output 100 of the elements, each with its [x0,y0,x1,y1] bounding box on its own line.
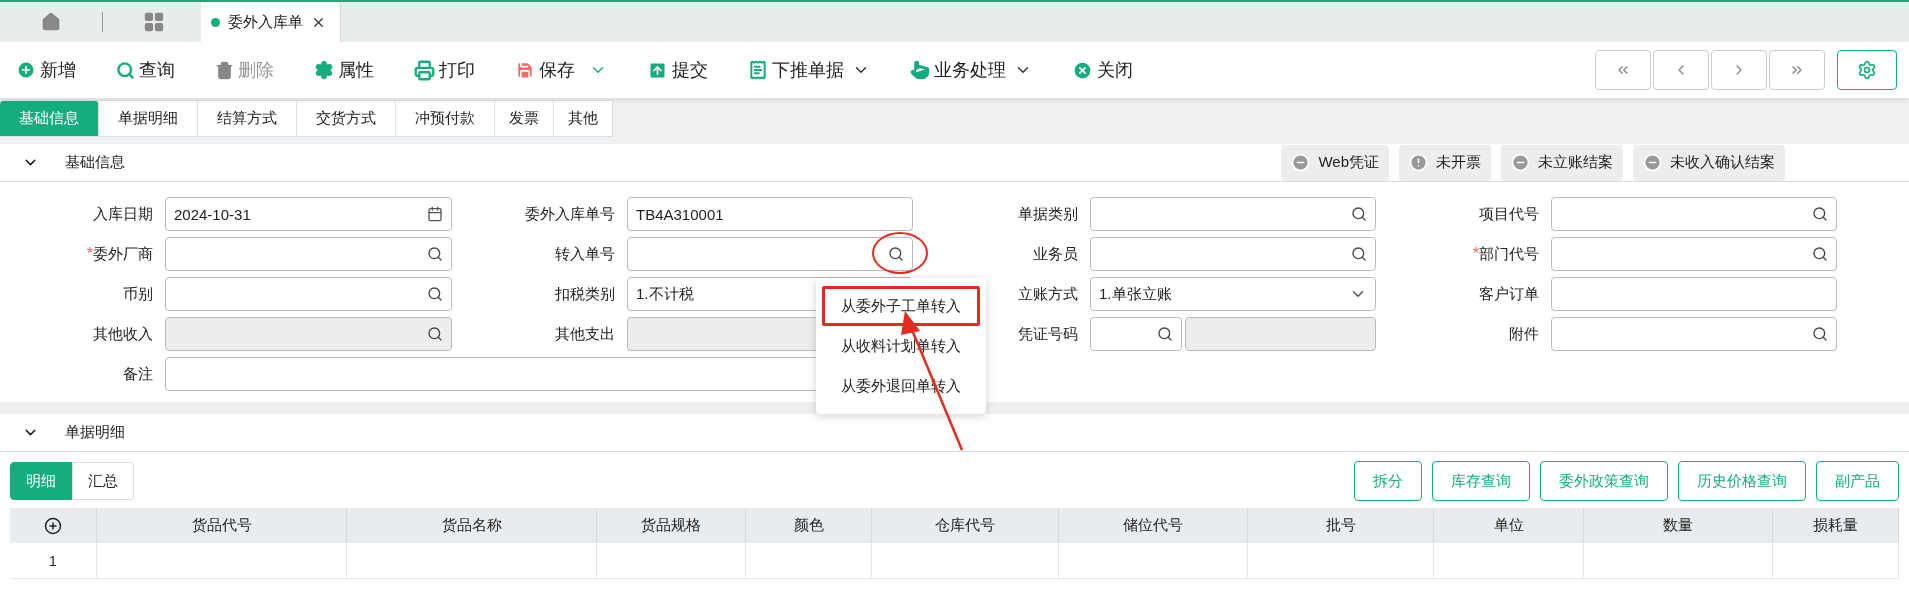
toolbar-button[interactable]: 关闭 [1072,58,1133,82]
required-mark: * [1472,245,1479,263]
column-header: 批号 [1248,508,1434,543]
page-tab[interactable]: 委外入库单 [201,2,341,42]
column-header: 货品规格 [597,508,746,543]
column-header: 颜色 [746,508,872,543]
next-button[interactable] [1711,50,1767,90]
field-label: 凭证号码 [1018,324,1078,344]
field-label: 其他支出 [555,324,615,344]
last-page-button[interactable] [1769,50,1825,90]
field-label: 项目代号 [1479,204,1539,224]
toolbar-icon [414,59,435,81]
toolbar-button[interactable]: 属性 [314,58,374,82]
toolbar-button[interactable]: 新增 [16,58,76,82]
toolbar-icon [314,60,334,80]
section-title: 单据明细 [65,423,126,442]
search-icon[interactable] [427,246,443,262]
grid-icon[interactable] [143,11,165,33]
input-field[interactable] [1551,197,1837,231]
toolbar-icon [215,60,234,80]
column-header: 货品代号 [97,508,347,543]
status-button[interactable]: 未立账结案 [1501,144,1623,181]
toolbar-button[interactable]: 下推单据 [748,58,870,82]
status-dot [211,17,220,27]
required-mark: * [86,245,93,263]
field-label: 入库日期 [93,204,153,224]
column-header: 数量 [1584,508,1773,543]
status-button[interactable]: 未收入确认结案 [1633,144,1785,181]
field-label: 扣税类别 [555,284,615,304]
search-icon[interactable] [1812,326,1828,342]
tab[interactable]: 冲预付款 [396,100,495,137]
status-button[interactable]: 未开票 [1399,144,1491,181]
tab[interactable]: 结算方式 [198,100,297,137]
search-icon[interactable] [888,246,904,262]
tab[interactable]: 发票 [495,100,554,137]
row-number: 1 [10,543,97,579]
settings-button[interactable] [1837,50,1897,90]
tab-label: 委外入库单 [228,12,303,32]
toolbar-button[interactable]: 提交 [647,58,708,82]
home-icon[interactable] [41,12,61,32]
previous-button[interactable] [1653,50,1709,90]
input-field[interactable] [1551,317,1837,351]
menu-item[interactable]: 从委外子工单转入 [822,286,980,326]
minus-icon [1643,153,1662,172]
column-header: 单位 [1434,508,1584,543]
input-field[interactable] [1090,317,1182,351]
alert-icon [1409,153,1428,172]
calendar-icon[interactable] [427,206,443,222]
field-label: 部门代号 [1479,244,1539,264]
input-field[interactable] [165,277,452,311]
toolbar-button[interactable]: 打印 [414,58,475,82]
first-page-button[interactable] [1595,50,1651,90]
column-header: 损耗量 [1773,508,1899,543]
select-field[interactable]: 1.单张立账 [1090,277,1376,311]
field-label: 币别 [123,284,153,304]
search-icon[interactable] [1351,206,1367,222]
input-field[interactable] [1551,277,1837,311]
search-icon[interactable] [1812,206,1828,222]
field-label: 其他收入 [93,324,153,344]
input-field[interactable] [1090,237,1376,271]
toolbar-icon [116,60,135,80]
field-label: 附件 [1509,324,1539,344]
tab[interactable]: 其他 [554,100,613,137]
toolbar-icon [748,60,768,80]
field-label: 委外入库单号 [525,204,615,224]
input-field[interactable]: 2024-10-31 [165,197,452,231]
column-header: 储位代号 [1059,508,1248,543]
toolbar-icon [910,60,930,80]
input-field[interactable] [1551,237,1837,271]
toolbar-button[interactable]: 保存 [515,58,607,82]
toolbar-button[interactable]: 查询 [116,58,175,82]
column-header: 仓库代号 [872,508,1059,543]
view-tab[interactable]: 汇总 [72,462,134,500]
toolbar-icon [16,60,36,80]
section-title: 基础信息 [65,153,126,172]
toolbar-button[interactable]: 业务处理 [910,58,1032,82]
input-field[interactable]: TB4A310001 [627,197,913,231]
field-label: 备注 [123,364,153,384]
field-label: 客户订单 [1479,284,1539,304]
add-row-icon[interactable] [44,516,62,535]
field-label: 转入单号 [555,244,615,264]
search-icon[interactable] [1157,326,1173,342]
field-label: 单据类别 [1018,204,1078,224]
search-icon[interactable] [1812,246,1828,262]
field-label: 业务员 [1033,244,1078,264]
toolbar-icon [515,60,535,80]
tab[interactable]: 交货方式 [297,100,396,137]
input-field[interactable] [165,237,452,271]
search-icon[interactable] [427,286,443,302]
field-label: 委外厂商 [93,244,153,264]
toolbar-icon [1072,59,1093,81]
search-icon[interactable] [1351,246,1367,262]
minus-icon [1291,153,1311,172]
status-button[interactable]: Web凭证 [1281,144,1389,181]
settings-icon [1857,60,1877,80]
input-field[interactable] [1090,197,1376,231]
field-label: 立账方式 [1018,284,1078,304]
tab[interactable]: 单据明细 [99,100,198,137]
minus-icon [1511,153,1530,172]
input-field[interactable] [627,237,913,271]
